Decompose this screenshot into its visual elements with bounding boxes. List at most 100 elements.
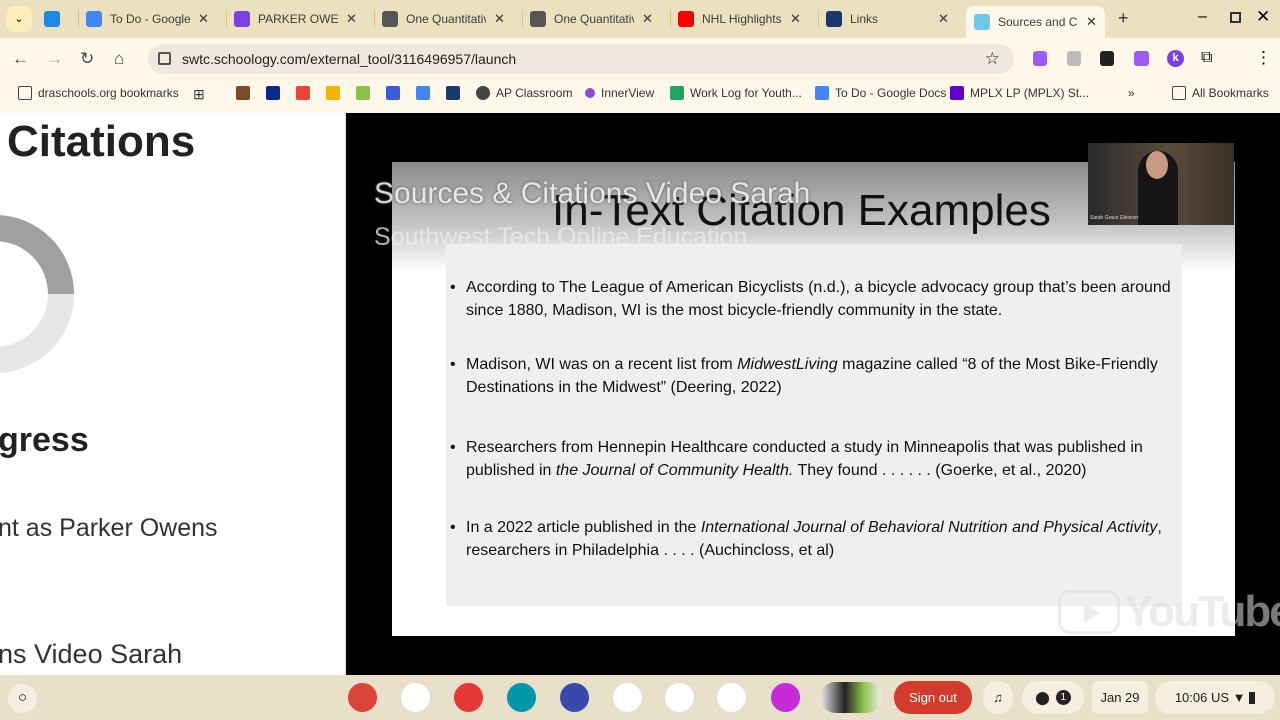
bookmark-folder[interactable]: draschools.org bookmarks bbox=[18, 86, 179, 100]
e-icon[interactable] bbox=[400, 682, 431, 713]
tab-2[interactable]: PARKER OWENS ✕ bbox=[234, 6, 357, 32]
clipboard-icon bbox=[826, 11, 842, 27]
paint-icon[interactable] bbox=[453, 682, 484, 713]
extensions-puzzle-icon[interactable]: ⧉ bbox=[1201, 49, 1212, 67]
extension-icon[interactable] bbox=[1033, 51, 1047, 66]
classroom-icon[interactable] bbox=[506, 682, 537, 713]
extension-icon[interactable] bbox=[1067, 51, 1081, 66]
youtube-logo-text: YouTube bbox=[1124, 587, 1280, 636]
address-bar[interactable]: swtc.schoology.com/external_tool/3116496… bbox=[148, 44, 1014, 74]
tab-title: PARKER OWENS bbox=[258, 12, 338, 26]
bookmark-icon[interactable] bbox=[326, 86, 346, 100]
slide-content: According to The League of American Bicy… bbox=[446, 244, 1182, 606]
bookmark-icon[interactable] bbox=[236, 86, 256, 100]
tab-4[interactable]: One Quantitative ✕ bbox=[530, 6, 653, 32]
locale: US bbox=[1210, 690, 1230, 705]
tab-title: One Quantitative bbox=[554, 12, 634, 26]
close-tab-icon[interactable]: ✕ bbox=[346, 11, 357, 27]
reload-button[interactable]: ↻ bbox=[80, 49, 94, 69]
tab-title: Sources and Citations bbox=[998, 15, 1078, 29]
progress-donut bbox=[0, 215, 74, 373]
extension-icon[interactable] bbox=[1100, 51, 1114, 66]
new-tab-button[interactable]: + bbox=[1118, 8, 1129, 29]
close-tab-icon[interactable]: ✕ bbox=[790, 11, 801, 27]
forward-button[interactable]: → bbox=[46, 49, 63, 69]
tab-title: NHL Highlights bbox=[702, 12, 782, 26]
tab-5[interactable]: NHL Highlights ✕ bbox=[678, 6, 801, 32]
close-tab-icon[interactable]: ✕ bbox=[1086, 14, 1097, 30]
close-tab-icon[interactable]: ✕ bbox=[642, 11, 653, 27]
assignment-item[interactable]: ns Video Sarah bbox=[0, 639, 182, 670]
tab-7[interactable]: Sources and Citations ✕ bbox=[966, 6, 1105, 38]
site-info-icon[interactable] bbox=[158, 52, 171, 65]
maximize-button[interactable] bbox=[1230, 12, 1241, 23]
bookmark-mplx[interactable]: MPLX LP (MPLX) St... bbox=[950, 86, 1089, 100]
tab-separator bbox=[226, 10, 227, 28]
bookmark-ap-classroom[interactable]: AP Classroom bbox=[476, 86, 572, 100]
url-text: swtc.schoology.com/external_tool/3116496… bbox=[182, 51, 517, 67]
chrome-icon[interactable] bbox=[347, 682, 378, 713]
student-text: nt as Parker Owens bbox=[0, 514, 218, 542]
tab-3[interactable]: One Quantitative ✕ bbox=[382, 6, 505, 32]
video-player[interactable]: In-Text Citation Examples According to T… bbox=[346, 113, 1280, 675]
tab-separator bbox=[818, 10, 819, 28]
bookmark-to-do[interactable]: To Do - Google Docs bbox=[815, 86, 946, 100]
bookmark-work-log[interactable]: Work Log for Youth... bbox=[670, 86, 802, 100]
app-icon[interactable] bbox=[664, 682, 695, 713]
bookmark-icon[interactable] bbox=[386, 86, 406, 100]
slide-bullet: According to The League of American Bicy… bbox=[450, 276, 1186, 322]
yahoo-finance-icon bbox=[950, 86, 964, 100]
innerview-icon bbox=[585, 88, 595, 98]
bullet-text: MidwestLiving bbox=[737, 356, 838, 373]
youtube-watermark[interactable]: YouTube bbox=[1058, 587, 1280, 637]
media-controls-icon[interactable]: ♫ bbox=[983, 681, 1013, 714]
extension-icon[interactable] bbox=[1134, 51, 1149, 66]
bullet-text: They found . . . . . . (Goerke, et al., … bbox=[793, 462, 1087, 479]
slide-bullet: Researchers from Hennepin Healthcare con… bbox=[450, 436, 1186, 482]
tab-search-button[interactable]: ⌄ bbox=[6, 6, 32, 32]
back-button[interactable]: ← bbox=[12, 49, 29, 69]
folder-icon bbox=[18, 86, 32, 100]
bookmark-innerview[interactable]: InnerView bbox=[585, 86, 654, 100]
canvas-icon[interactable] bbox=[770, 682, 801, 713]
bookmark-icon[interactable] bbox=[446, 86, 466, 100]
close-window-button[interactable]: ✕ bbox=[1256, 7, 1270, 27]
notification-tray[interactable]: ⬤ 1 bbox=[1022, 681, 1084, 714]
bookmark-icon[interactable] bbox=[356, 86, 376, 100]
bookmark-icon[interactable] bbox=[296, 86, 316, 100]
menu-kebab-icon[interactable]: ⋮ bbox=[1255, 48, 1272, 68]
tab-1[interactable]: To Do - Google Docs ✕ bbox=[86, 6, 209, 32]
video-title[interactable]: Sources & Citations Video Sarah bbox=[374, 177, 810, 211]
apps-icon[interactable]: ⊞ bbox=[193, 86, 205, 103]
bookmark-icon[interactable] bbox=[266, 86, 286, 100]
tab-title: One Quantitative bbox=[406, 12, 486, 26]
progress-heading: gress bbox=[0, 421, 89, 459]
bookmark-icon[interactable] bbox=[416, 86, 436, 100]
date-button[interactable]: Jan 29 bbox=[1092, 681, 1148, 714]
k-icon[interactable] bbox=[559, 682, 590, 713]
tab-separator bbox=[78, 10, 79, 28]
clock: 10:06 bbox=[1174, 690, 1208, 705]
window-thumbnail[interactable] bbox=[820, 682, 882, 713]
presenter-face bbox=[1146, 151, 1168, 179]
extension-icon[interactable]: k bbox=[1167, 50, 1184, 67]
google-docs-icon bbox=[815, 86, 829, 100]
more-bookmarks-chevron-icon[interactable]: » bbox=[1128, 86, 1135, 100]
folder-icon bbox=[1172, 86, 1186, 100]
launcher-button[interactable]: ○ bbox=[8, 684, 37, 713]
minimize-button[interactable]: – bbox=[1198, 8, 1207, 26]
all-bookmarks[interactable]: All Bookmarks bbox=[1172, 86, 1269, 100]
sign-out-button[interactable]: Sign out bbox=[894, 681, 972, 714]
home-button[interactable]: ⌂ bbox=[114, 49, 124, 69]
tab-0[interactable] bbox=[44, 6, 68, 32]
close-tab-icon[interactable]: ✕ bbox=[198, 11, 209, 27]
google-classroom-icon[interactable] bbox=[716, 682, 747, 713]
status-area[interactable]: 10:06 US ▼ bbox=[1155, 681, 1275, 714]
play-store-icon[interactable] bbox=[612, 682, 643, 713]
close-tab-icon[interactable]: ✕ bbox=[494, 11, 505, 27]
channel-name[interactable]: Southwest Tech Online Education bbox=[374, 223, 747, 252]
bookmark-star-icon[interactable]: ☆ bbox=[985, 49, 1000, 69]
tab-6[interactable]: Links ✕ bbox=[826, 6, 949, 32]
globe-icon bbox=[476, 86, 490, 100]
close-tab-icon[interactable]: ✕ bbox=[938, 11, 949, 27]
